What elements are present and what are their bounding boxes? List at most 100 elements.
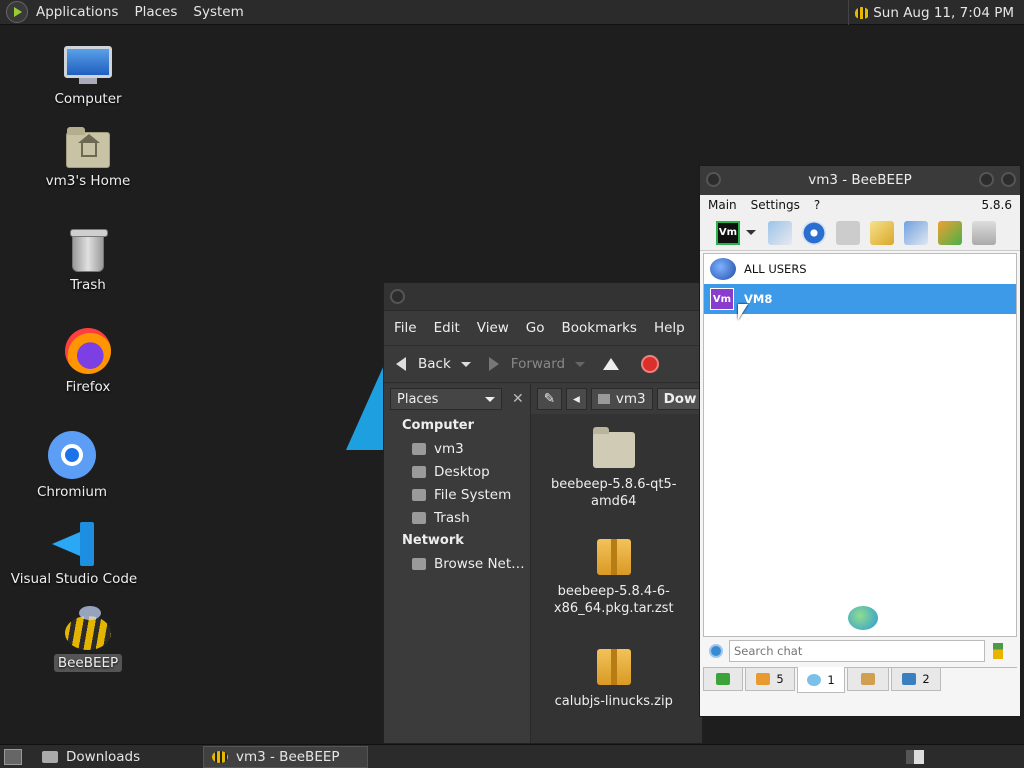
search-bar xyxy=(703,639,1017,663)
sidebar-item-label: Trash xyxy=(434,509,470,526)
beebeep-toolbar: Vm xyxy=(700,215,1020,251)
menu-bookmarks[interactable]: Bookmarks xyxy=(562,320,637,336)
package-icon xyxy=(596,539,631,575)
chevron-down-icon[interactable] xyxy=(575,361,586,367)
forward-arrow-icon xyxy=(488,357,499,371)
desktop-icon-beebeep[interactable]: BeeBEEP xyxy=(18,606,158,672)
path-home-button[interactable]: vm3 xyxy=(590,388,653,410)
wallpaper-shape xyxy=(346,365,384,450)
task-beebeep[interactable]: vm3 - BeeBEEP xyxy=(203,745,368,768)
vscode-icon xyxy=(52,522,96,566)
desktop-icon-vscode[interactable]: Visual Studio Code xyxy=(4,522,144,588)
user-row-vm8[interactable]: Vm VM8 xyxy=(704,284,1016,314)
distro-logo-icon[interactable] xyxy=(6,1,28,23)
edit-profile-icon[interactable] xyxy=(768,220,792,245)
file-item[interactable]: beebeep-5.8.6-qt5-amd64 xyxy=(549,427,679,510)
desktop-icon-computer[interactable]: Computer xyxy=(18,46,158,108)
back-button[interactable]: Back xyxy=(396,356,471,372)
menu-file[interactable]: File xyxy=(394,320,417,336)
forward-label: Forward xyxy=(510,356,566,372)
menu-edit[interactable]: Edit xyxy=(434,320,460,336)
beebeep-icon xyxy=(65,606,111,650)
task-downloads[interactable]: Downloads xyxy=(34,746,199,768)
chevron-down-icon[interactable] xyxy=(460,361,471,367)
desktop-icon-label: Computer xyxy=(54,91,122,107)
menu-view[interactable]: View xyxy=(477,320,509,336)
file-item[interactable]: calubjs-linucks.zip xyxy=(549,649,679,710)
file-manager-titlebar[interactable] xyxy=(384,283,702,311)
desktop-icon xyxy=(412,465,426,478)
desktop-icon-home[interactable]: vm3's Home xyxy=(18,127,158,190)
close-icon[interactable]: ✕ xyxy=(512,391,524,407)
beebeep-titlebar[interactable]: vm3 - BeeBEEP xyxy=(700,166,1020,195)
chevron-down-icon[interactable] xyxy=(746,230,756,235)
search-options-icon[interactable] xyxy=(709,644,723,658)
path-left-button[interactable]: ◂ xyxy=(566,388,587,410)
task-label: vm3 - BeeBEEP xyxy=(236,748,340,765)
panel-menu-places[interactable]: Places xyxy=(126,0,185,25)
window-menu-button[interactable] xyxy=(390,289,405,304)
forward-button[interactable]: Forward xyxy=(488,356,586,372)
sidebar-item-desktop[interactable]: Desktop xyxy=(384,460,530,483)
desktop-icon-label: Firefox xyxy=(65,379,111,395)
up-arrow-icon[interactable] xyxy=(603,358,620,370)
tab-files[interactable]: 2 xyxy=(891,668,941,691)
plugins-icon[interactable] xyxy=(938,220,962,245)
desktop-icon-firefox[interactable]: Firefox xyxy=(18,328,158,396)
broadcast-icon[interactable] xyxy=(802,220,826,245)
menu-help[interactable]: Help xyxy=(654,320,685,336)
show-desktop-icon[interactable] xyxy=(4,748,22,765)
desktop-icon-chromium[interactable]: Chromium xyxy=(2,431,142,501)
panel-menu-system[interactable]: System xyxy=(185,0,251,25)
edit-path-button[interactable]: ✎ xyxy=(536,388,563,410)
menu-go[interactable]: Go xyxy=(526,320,545,336)
clear-search-icon[interactable] xyxy=(993,643,1003,659)
user-status-button[interactable]: Vm xyxy=(716,220,740,245)
tab-count: 5 xyxy=(776,672,784,686)
menu-main[interactable]: Main xyxy=(708,198,737,212)
panel-menu-applications[interactable]: Applications xyxy=(28,0,126,25)
stop-icon[interactable] xyxy=(641,355,660,373)
user-row-all-users[interactable]: ALL USERS xyxy=(704,254,1016,284)
workspace-switcher[interactable] xyxy=(906,750,924,764)
places-select-value: Places xyxy=(397,391,439,407)
panel-clock[interactable]: Sun Aug 11, 7:04 PM xyxy=(869,5,1024,21)
sidebar-item-vm3[interactable]: vm3 xyxy=(384,437,530,460)
firefox-icon xyxy=(65,328,111,374)
chevron-left-icon: ◂ xyxy=(573,391,580,407)
home-icon[interactable] xyxy=(836,220,860,245)
file-manager-window: File Edit View Go Bookmarks Help Back Fo… xyxy=(383,282,703,744)
home-folder-icon xyxy=(66,127,110,168)
network-icon xyxy=(412,557,426,570)
menu-settings[interactable]: Settings xyxy=(751,198,800,212)
tab-users[interactable]: 5 xyxy=(745,668,795,691)
tab-chats[interactable]: 1 xyxy=(797,667,845,693)
user-name: VM8 xyxy=(744,292,773,306)
search-chat-input[interactable] xyxy=(729,640,985,662)
places-select[interactable]: Places xyxy=(390,388,502,410)
trash-icon xyxy=(70,229,108,272)
sidebar-heading-computer: Computer xyxy=(402,418,475,433)
places-sidebar: Places ✕ Computer vm3 Desktop File Syste… xyxy=(384,384,531,743)
maximize-button[interactable] xyxy=(1001,172,1016,187)
computer-icon xyxy=(64,46,112,86)
beebeep-tray-icon[interactable] xyxy=(855,6,870,19)
minimize-button[interactable] xyxy=(979,172,994,187)
files-tab-icon xyxy=(902,673,917,685)
desktop-icon-trash[interactable]: Trash xyxy=(18,229,158,294)
path-current-label: Dow xyxy=(663,391,697,407)
tab-groups[interactable] xyxy=(847,668,889,691)
clear-icon[interactable] xyxy=(972,220,996,245)
write-message-icon[interactable] xyxy=(870,220,894,245)
tab-computers[interactable] xyxy=(703,668,743,691)
window-menu-button[interactable] xyxy=(706,172,721,187)
beebeep-tabs: 5 1 2 xyxy=(703,667,1017,693)
sidebar-item-trash[interactable]: Trash xyxy=(384,506,530,529)
sidebar-item-browse-network[interactable]: Browse Net… xyxy=(384,552,530,575)
file-item[interactable]: beebeep-5.8.4-6-x86_64.pkg.tar.zst xyxy=(549,539,679,617)
sidebar-item-file-system[interactable]: File System xyxy=(384,483,530,506)
menu-help[interactable]: ? xyxy=(814,198,820,212)
path-current-button[interactable]: Dow xyxy=(656,388,702,410)
chat-bubbles-icon xyxy=(848,606,878,630)
tools-icon[interactable] xyxy=(904,220,928,245)
